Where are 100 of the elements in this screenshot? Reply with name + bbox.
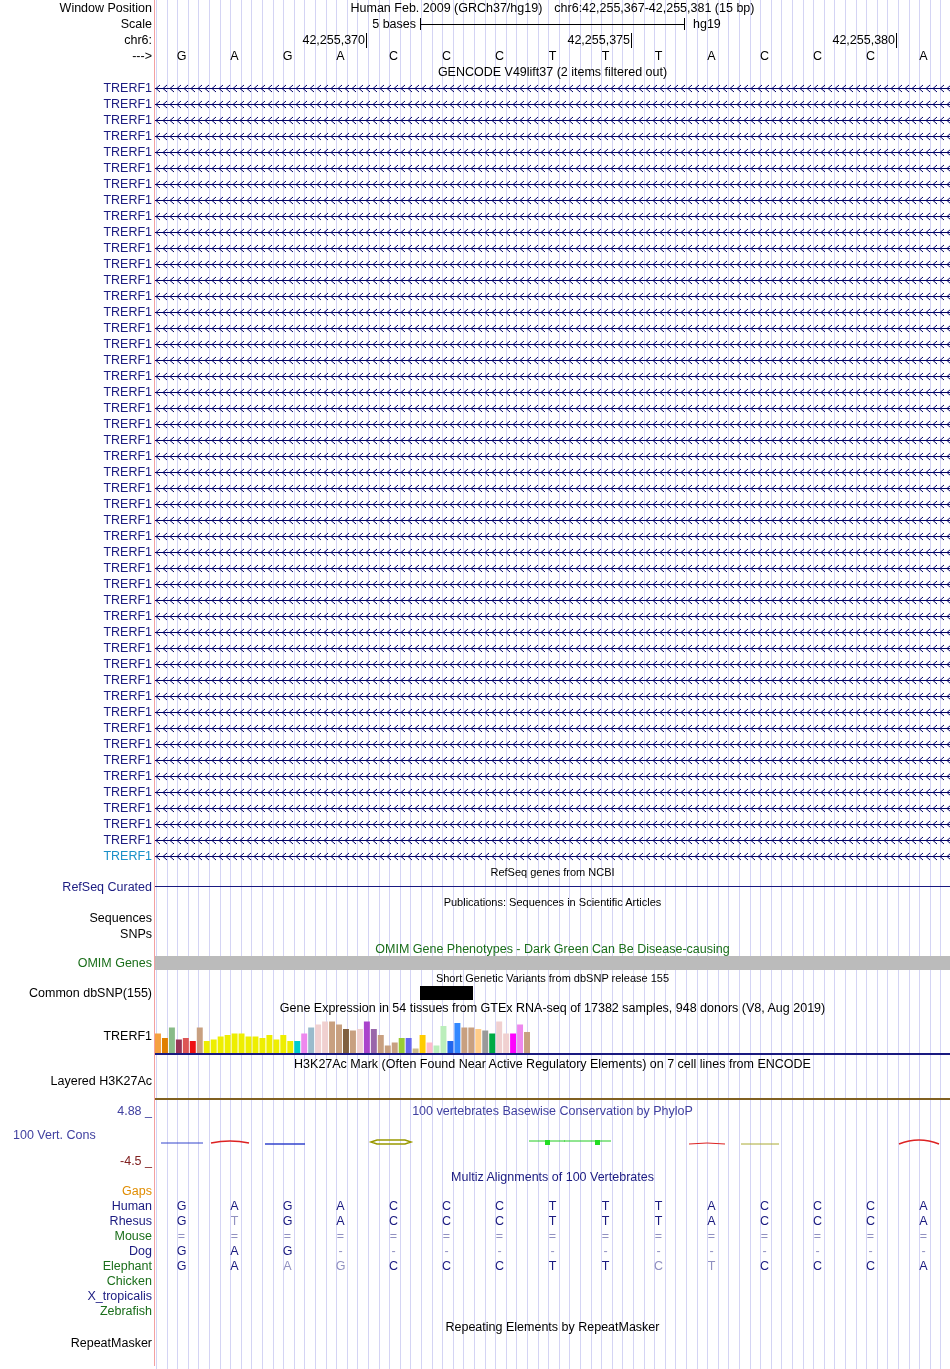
aligned-base: C (653, 1259, 664, 1274)
assembly-text: Human Feb. 2009 (GRCh37/hg19) (350, 1, 543, 15)
aligned-base: = (388, 1229, 399, 1244)
gene-label[interactable]: TRERF1 (103, 737, 152, 751)
gene-label[interactable]: TRERF1 (103, 321, 152, 335)
gene-label[interactable]: TRERF1 (103, 721, 152, 735)
species-label: X_tropicalis (87, 1289, 152, 1303)
aligned-base: C (812, 1199, 823, 1214)
aligned-base: G (334, 1259, 347, 1274)
aligned-base: - (920, 1244, 927, 1259)
gene-label[interactable]: TRERF1 (103, 97, 152, 111)
gene-label[interactable]: TRERF1 (103, 369, 152, 383)
gene-label[interactable]: TRERF1 (103, 481, 152, 495)
aligned-base: - (602, 1244, 609, 1259)
gene-label[interactable]: TRERF1 (103, 785, 152, 799)
gene-label[interactable]: TRERF1 (103, 81, 152, 95)
gene-label[interactable]: TRERF1 (103, 225, 152, 239)
gene-label[interactable]: TRERF1 (103, 465, 152, 479)
gene-label[interactable]: TRERF1 (103, 673, 152, 687)
gene-label[interactable]: TRERF1 (103, 769, 152, 783)
aligned-base: C (812, 1214, 823, 1229)
gene-label[interactable]: TRERF1 (103, 113, 152, 127)
species-label: Dog (129, 1244, 152, 1258)
aligned-base: G (281, 1199, 294, 1214)
aligned-base: C (865, 1259, 876, 1274)
base-letter: A (918, 48, 929, 64)
gene-label[interactable]: TRERF1 (103, 609, 152, 623)
gene-label[interactable]: TRERF1 (103, 241, 152, 255)
aligned-base: = (335, 1229, 346, 1244)
gene-label[interactable]: TRERF1 (103, 257, 152, 271)
gene-label[interactable]: TRERF1 (103, 209, 152, 223)
aligned-base: - (708, 1244, 715, 1259)
gene-label[interactable]: TRERF1 (103, 689, 152, 703)
track-label: Common dbSNP(155) (29, 986, 152, 1000)
gene-label[interactable]: TRERF1 (103, 449, 152, 463)
gene-label[interactable]: TRERF1 (103, 753, 152, 767)
aligned-base: = (865, 1229, 876, 1244)
base-letter: A (229, 48, 240, 64)
base-letter: G (281, 48, 294, 64)
base-letter: A (335, 48, 346, 64)
gene-label[interactable]: TRERF1 (103, 433, 152, 447)
gene-label[interactable]: TRERF1 (103, 641, 152, 655)
gene-label[interactable]: TRERF1 (103, 193, 152, 207)
gene-label[interactable]: TRERF1 (103, 849, 152, 863)
gene-label[interactable]: TRERF1 (103, 353, 152, 367)
aligned-base: = (176, 1229, 187, 1244)
gene-label[interactable]: TRERF1 (103, 161, 152, 175)
aligned-base: A (706, 1214, 717, 1229)
gene-label[interactable]: TRERF1 (103, 625, 152, 639)
aligned-base: T (547, 1214, 558, 1229)
gene-label[interactable]: TRERF1 (103, 801, 152, 815)
gene-label[interactable]: TRERF1 (103, 289, 152, 303)
track-title: Multiz Alignments of 100 Vertebrates (451, 1170, 654, 1184)
gene-label[interactable]: TRERF1 (103, 385, 152, 399)
aligned-base: G (281, 1244, 294, 1259)
coordinate-tick-label: 42,255,375 (567, 33, 632, 48)
gene-label[interactable]: TRERF1 (103, 705, 152, 719)
coordinate-tick-label: 42,255,370 (302, 33, 367, 48)
coordinate-tick-label: 42,255,380 (832, 33, 897, 48)
aligned-base: T (600, 1199, 611, 1214)
aligned-base: C (812, 1259, 823, 1274)
aligned-base: = (812, 1229, 823, 1244)
track-label: chr6: (124, 33, 152, 47)
gene-label[interactable]: TRERF1 (103, 337, 152, 351)
gene-label[interactable]: TRERF1 (103, 593, 152, 607)
gene-label[interactable]: TRERF1 (103, 417, 152, 431)
track-label: RefSeq Curated (62, 880, 152, 894)
gene-label[interactable]: TRERF1 (103, 577, 152, 591)
aligned-base: C (388, 1259, 399, 1274)
track-title: Publications: Sequences in Scientific Articles (443, 896, 662, 908)
gene-label[interactable]: TRERF1 (103, 561, 152, 575)
track-label: RepeatMasker (70, 1336, 152, 1350)
base-letter: A (706, 48, 717, 64)
gene-label[interactable]: TRERF1 (103, 305, 152, 319)
aligned-base: - (655, 1244, 662, 1259)
aligned-base: T (600, 1259, 611, 1274)
axis-min-label: -4.5 _ (120, 1153, 152, 1169)
aligned-base: C (759, 1199, 770, 1214)
aligned-base: T (229, 1214, 240, 1229)
gene-label[interactable]: TRERF1 (103, 401, 152, 415)
gene-label[interactable]: TRERF1 (103, 177, 152, 191)
gene-label[interactable]: TRERF1 (103, 513, 152, 527)
aligned-base: A (918, 1199, 929, 1214)
gene-label[interactable]: TRERF1 (103, 529, 152, 543)
track-title: RefSeq genes from NCBI (490, 866, 615, 878)
gene-label[interactable]: TRERF1 (103, 833, 152, 847)
track-title: Gene Expression in 54 tissues from GTEx RNA-seq of 17382 samples, 948 donors (V8, Aug 2019) (279, 1001, 826, 1015)
base-letter: C (759, 48, 770, 64)
gene-label[interactable]: TRERF1 (103, 129, 152, 143)
gene-label[interactable]: TRERF1 (103, 145, 152, 159)
gene-label[interactable]: TRERF1 (103, 497, 152, 511)
aligned-base: - (867, 1244, 874, 1259)
strand-label: ---> (132, 49, 152, 63)
gene-label[interactable]: TRERF1 (103, 657, 152, 671)
gene-label[interactable]: TRERF1 (103, 545, 152, 559)
track-title: Short Genetic Variants from dbSNP release 155 (435, 972, 670, 984)
species-label: Chicken (106, 1274, 152, 1288)
aligned-base: G (175, 1199, 188, 1214)
gene-label[interactable]: TRERF1 (103, 273, 152, 287)
gene-label[interactable]: TRERF1 (103, 817, 152, 831)
